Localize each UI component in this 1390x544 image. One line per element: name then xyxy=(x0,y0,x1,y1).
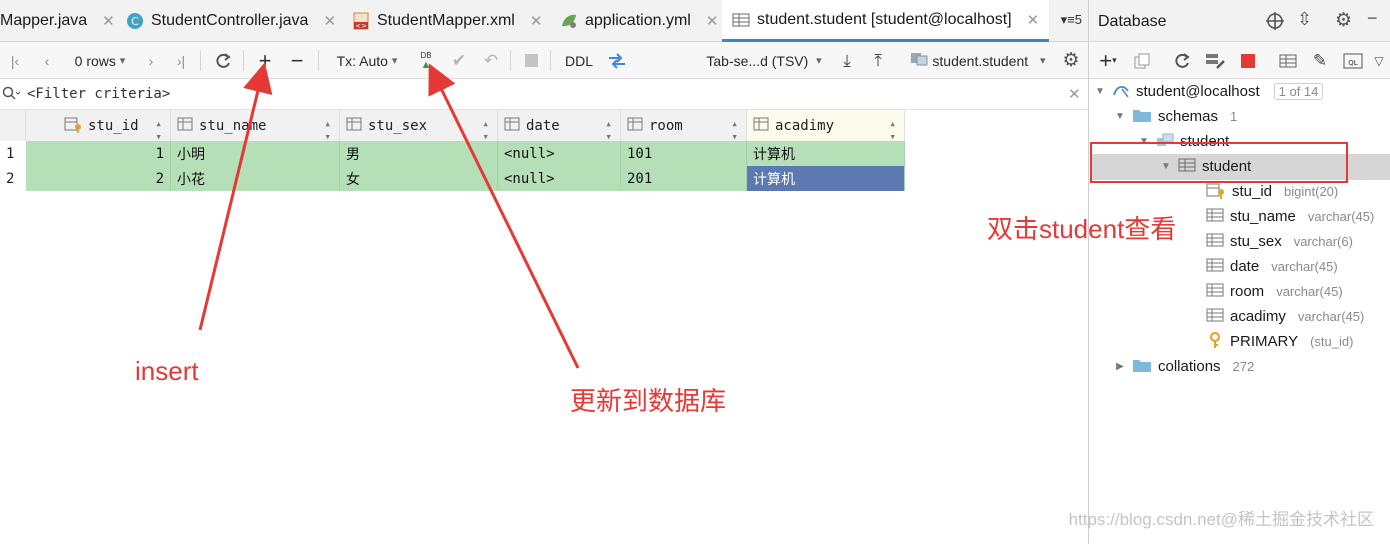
watermark: https://blog.csdn.net@稀土掘金技术社区 xyxy=(1068,510,1374,529)
update-arrow xyxy=(428,63,580,369)
annotation-insert: insert xyxy=(135,356,199,386)
annotation-doubleclick: 双击student查看 xyxy=(987,214,1177,244)
insert-arrow xyxy=(198,62,273,331)
annotation-update: 更新到数据库 xyxy=(570,386,727,416)
annotation-arrows xyxy=(198,62,580,369)
